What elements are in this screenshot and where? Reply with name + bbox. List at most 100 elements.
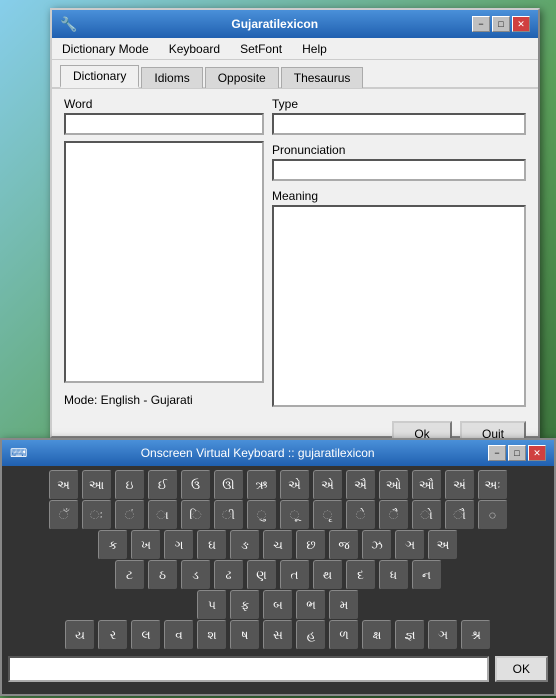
key-row-4: ટ ઠ ડ ઢ ણ ત થ દ ધ ન — [6, 560, 550, 590]
menu-help[interactable]: Help — [296, 40, 333, 58]
key-lla[interactable]: ળ — [329, 620, 359, 650]
key-da[interactable]: દ — [346, 560, 376, 590]
key-special[interactable]: ◌ — [478, 500, 508, 530]
meaning-input[interactable] — [272, 205, 526, 407]
key-la[interactable]: લ — [131, 620, 161, 650]
key-anusvara2[interactable]: ં — [115, 500, 145, 530]
key-o-matra[interactable]: ો — [412, 500, 442, 530]
keyboard-icon: ⌨ — [10, 446, 27, 460]
key-na-retro[interactable]: ણ — [247, 560, 277, 590]
key-pa[interactable]: પ — [197, 590, 227, 620]
tab-opposite[interactable]: Opposite — [205, 67, 279, 88]
keyboard-text-input[interactable] — [8, 656, 489, 682]
key-ru[interactable]: ઋ — [247, 470, 277, 500]
key-au-matra[interactable]: ૌ — [445, 500, 475, 530]
key-uu-matra[interactable]: ૂ — [280, 500, 310, 530]
key-chha[interactable]: છ — [296, 530, 326, 560]
keyboard-ok-button[interactable]: OK — [495, 656, 548, 682]
keyboard-title-controls: − □ ✕ — [488, 445, 546, 461]
type-label: Type — [272, 97, 526, 111]
key-ssa[interactable]: ષ — [230, 620, 260, 650]
key-ta-retro[interactable]: ટ — [115, 560, 145, 590]
pronunciation-input[interactable] — [272, 159, 526, 181]
key-ai[interactable]: ઐ — [346, 470, 376, 500]
tab-thesaurus[interactable]: Thesaurus — [281, 67, 364, 88]
key-ya[interactable]: ય — [65, 620, 95, 650]
key-anusvar[interactable]: ઁ — [49, 500, 79, 530]
menu-setfont[interactable]: SetFont — [234, 40, 288, 58]
menu-dictionary-mode[interactable]: Dictionary Mode — [56, 40, 155, 58]
key-va[interactable]: વ — [164, 620, 194, 650]
menu-keyboard[interactable]: Keyboard — [163, 40, 226, 58]
word-content-area[interactable] — [64, 141, 264, 383]
key-a[interactable]: અ — [49, 470, 79, 500]
key-ra[interactable]: ર — [98, 620, 128, 650]
keyboard-maximize-button[interactable]: □ — [508, 445, 526, 461]
maximize-button[interactable]: □ — [492, 16, 510, 32]
key-ha[interactable]: હ — [296, 620, 326, 650]
key-au[interactable]: ઔ — [412, 470, 442, 500]
key-ka[interactable]: ક — [98, 530, 128, 560]
key-bha[interactable]: ભ — [296, 590, 326, 620]
tab-idioms[interactable]: Idioms — [141, 67, 202, 88]
word-input[interactable] — [64, 113, 264, 135]
keyboard-minimize-button[interactable]: − — [488, 445, 506, 461]
key-i[interactable]: ઇ — [115, 470, 145, 500]
key-e2[interactable]: એ — [313, 470, 343, 500]
keyboard-window: ⌨ Onscreen Virtual Keyboard :: gujaratil… — [0, 438, 556, 696]
key-nya[interactable]: ઞ — [395, 530, 425, 560]
key-uu[interactable]: ઊ — [214, 470, 244, 500]
key-nga[interactable]: ઙ — [230, 530, 260, 560]
close-button[interactable]: ✕ — [512, 16, 530, 32]
key-halant[interactable]: અ — [428, 530, 458, 560]
key-aa-matra[interactable]: ા — [148, 500, 178, 530]
key-ksha[interactable]: ક્ષ — [362, 620, 392, 650]
key-ba[interactable]: બ — [263, 590, 293, 620]
key-kha[interactable]: ખ — [131, 530, 161, 560]
right-panel: Type Pronunciation Meaning — [272, 97, 526, 407]
key-visarg[interactable]: ઃ — [82, 500, 112, 530]
key-e[interactable]: એ — [280, 470, 310, 500]
key-i-matra[interactable]: િ — [181, 500, 211, 530]
key-da-retro[interactable]: ડ — [181, 560, 211, 590]
key-sha[interactable]: શ — [197, 620, 227, 650]
key-pha[interactable]: ફ — [230, 590, 260, 620]
key-aa[interactable]: આ — [82, 470, 112, 500]
key-ai-matra[interactable]: ૈ — [379, 500, 409, 530]
key-ma[interactable]: મ — [329, 590, 359, 620]
key-o[interactable]: ઓ — [379, 470, 409, 500]
keyboard-keys: અ આ ઇ ઈ ઉ ઊ ઋ એ એ ઐ ઓ ઔ અં અઃ ઁ ઃ ં ા િ … — [2, 466, 554, 652]
key-shra[interactable]: શ્ર — [461, 620, 491, 650]
left-panel: Word Mode: English - Gujarati — [64, 97, 264, 407]
key-tha[interactable]: થ — [313, 560, 343, 590]
key-jha[interactable]: ઝ — [362, 530, 392, 560]
key-ta[interactable]: ત — [280, 560, 310, 590]
key-e-matra[interactable]: ે — [346, 500, 376, 530]
key-u-matra[interactable]: ુ — [247, 500, 277, 530]
title-bar: 🔧 Gujaratilexicon − □ ✕ — [52, 10, 538, 38]
tab-dictionary[interactable]: Dictionary — [60, 65, 139, 88]
key-row-5: પ ફ બ ભ મ — [6, 590, 550, 620]
key-na[interactable]: ન — [412, 560, 442, 590]
key-sa[interactable]: સ — [263, 620, 293, 650]
meaning-label: Meaning — [272, 189, 526, 203]
word-field-group: Word — [64, 97, 264, 135]
key-cha[interactable]: ચ — [263, 530, 293, 560]
key-ii-matra[interactable]: ી — [214, 500, 244, 530]
type-input[interactable] — [272, 113, 526, 135]
key-tha-retro[interactable]: ઠ — [148, 560, 178, 590]
key-ii[interactable]: ઈ — [148, 470, 178, 500]
key-u[interactable]: ઉ — [181, 470, 211, 500]
key-gya[interactable]: જ્ઞ — [395, 620, 425, 650]
key-ja[interactable]: જ — [329, 530, 359, 560]
key-dha-retro[interactable]: ઢ — [214, 560, 244, 590]
keyboard-close-button[interactable]: ✕ — [528, 445, 546, 461]
minimize-button[interactable]: − — [472, 16, 490, 32]
key-ah[interactable]: અઃ — [478, 470, 508, 500]
key-dha[interactable]: ધ — [379, 560, 409, 590]
key-nya2[interactable]: ઞ — [428, 620, 458, 650]
key-ga[interactable]: ગ — [164, 530, 194, 560]
key-am[interactable]: અં — [445, 470, 475, 500]
key-ru-matra[interactable]: ૃ — [313, 500, 343, 530]
key-gha[interactable]: ઘ — [197, 530, 227, 560]
